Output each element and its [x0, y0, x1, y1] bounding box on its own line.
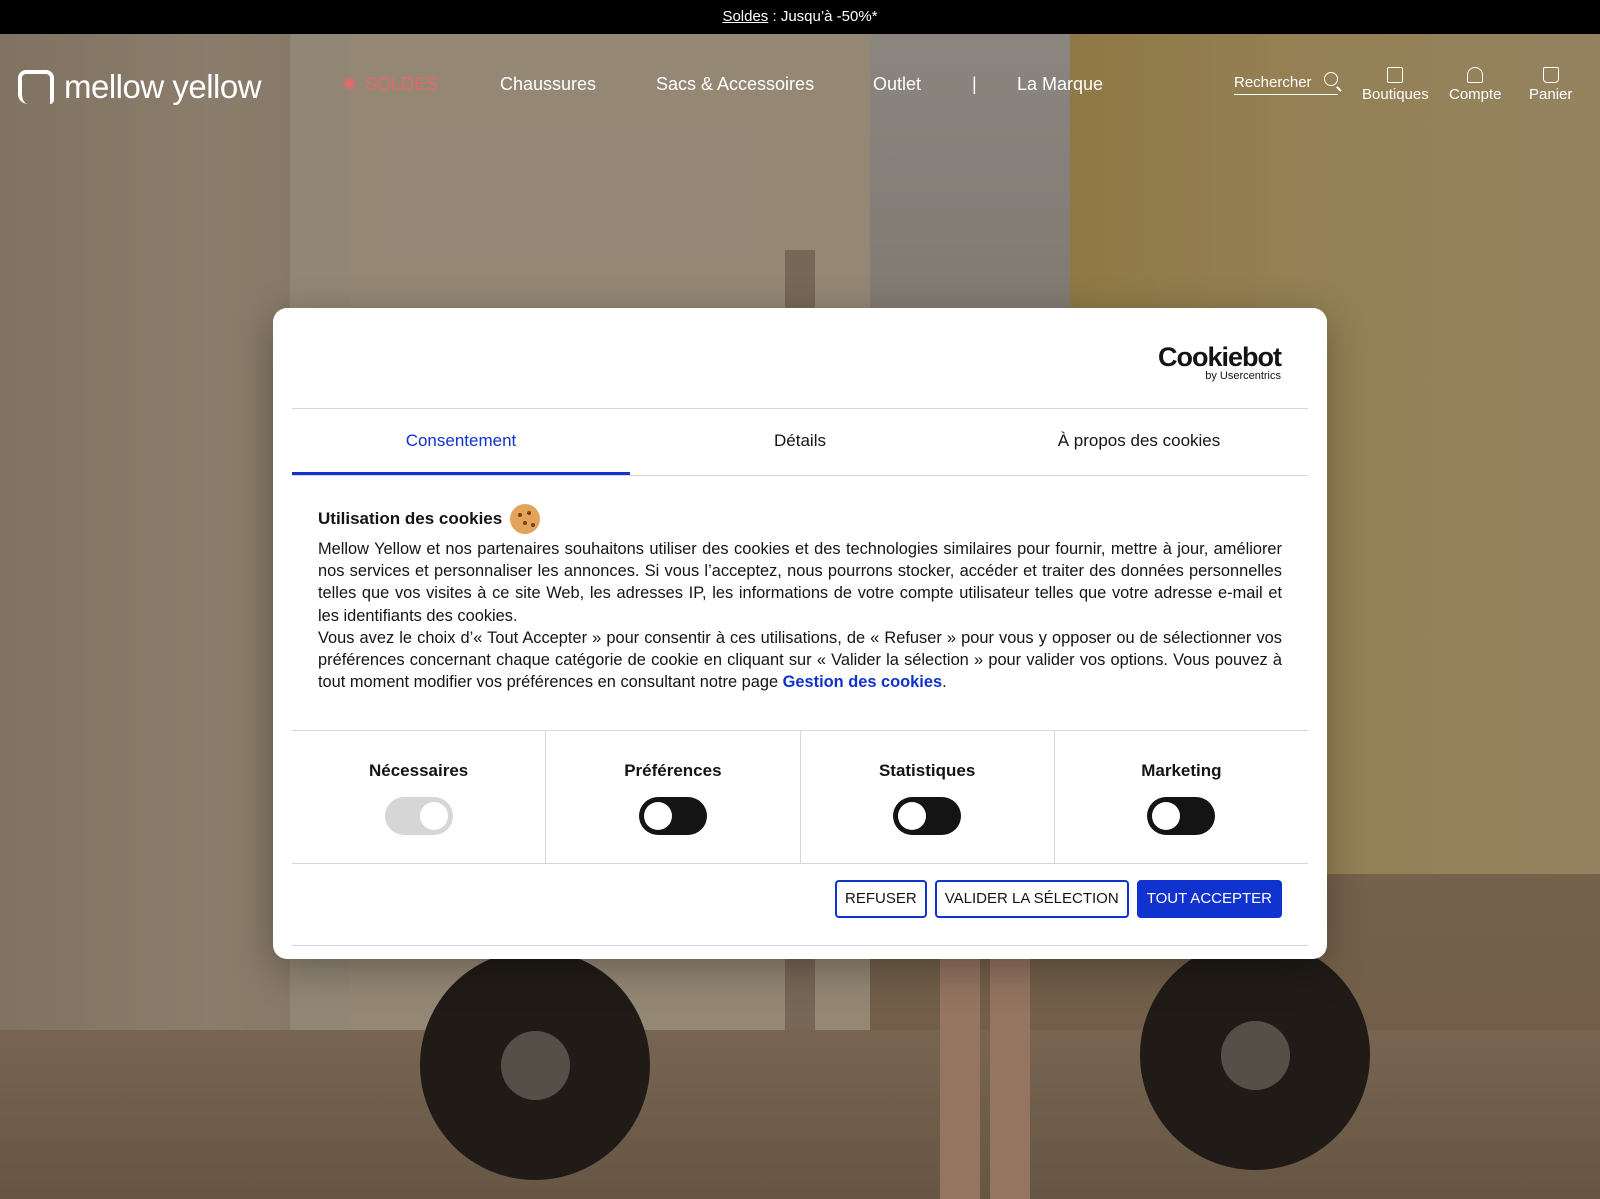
category-label: Préférences	[624, 761, 722, 780]
promo-link[interactable]: Soldes	[722, 8, 768, 25]
cookiebot-logo: Cookiebot by Usercentrics	[1158, 342, 1282, 383]
boutiques-link[interactable]: Boutiques	[1362, 67, 1429, 103]
category-label: Marketing	[1141, 761, 1222, 780]
necessaires-toggle	[384, 797, 453, 835]
refuse-button[interactable]: REFUSER	[835, 880, 927, 918]
validate-selection-button[interactable]: VALIDER LA SÉLECTION	[934, 880, 1129, 918]
nav-item-la-marque[interactable]: La Marque	[1017, 74, 1103, 95]
marketing-toggle[interactable]	[1147, 797, 1216, 835]
preferences-toggle[interactable]	[638, 797, 707, 835]
category-marketing: Marketing	[1055, 731, 1308, 863]
site-logo[interactable]: mellow yellow	[18, 68, 262, 106]
boutiques-label: Boutiques	[1362, 86, 1429, 103]
consent-heading-text: Utilisation des cookies	[318, 509, 503, 528]
category-statistiques: Statistiques	[801, 731, 1055, 863]
gear-icon: ✺	[342, 74, 358, 94]
nav-item-sacs-accessoires[interactable]: Sacs & Accessoires	[656, 74, 814, 95]
cookie-categories: Nécessaires Préférences Statistiques Mar…	[292, 730, 1308, 864]
nav-separator: |	[972, 74, 977, 94]
compte-label: Compte	[1449, 86, 1502, 103]
consent-period: .	[942, 673, 947, 692]
search-field[interactable]: Rechercher	[1234, 72, 1338, 95]
nav-item-soldes[interactable]: ✺ SOLDES	[342, 74, 438, 95]
cookie-icon	[510, 504, 541, 534]
consent-paragraph-1: Mellow Yellow et nos partenaires souhait…	[318, 540, 1282, 625]
search-label: Rechercher	[1234, 74, 1312, 91]
category-preferences: Préférences	[546, 731, 801, 863]
search-icon	[1324, 72, 1338, 86]
tab-a-propos[interactable]: À propos des cookies	[970, 409, 1308, 475]
logo-text: mellow yellow	[64, 68, 262, 105]
promo-bar: Soldes : Jusqu’à -50%*	[0, 0, 1600, 34]
nav-item-label: SOLDES	[365, 74, 439, 94]
store-icon	[1387, 67, 1404, 83]
tab-consentement[interactable]: Consentement	[292, 409, 630, 475]
gestion-cookies-link[interactable]: Gestion des cookies	[783, 673, 942, 691]
logo-mark-icon	[18, 70, 54, 104]
divider	[292, 475, 1308, 476]
category-label: Nécessaires	[368, 761, 469, 780]
user-icon	[1467, 67, 1484, 83]
nav-item-outlet[interactable]: Outlet	[873, 74, 921, 95]
category-necessaires: Nécessaires	[292, 731, 547, 863]
consent-body: Mellow Yellow et nos partenaires souhait…	[318, 538, 1282, 693]
panier-link[interactable]: Panier	[1529, 67, 1572, 103]
cookie-consent-dialog: Cookiebot by Usercentrics Consentement D…	[273, 308, 1327, 959]
nav-item-chaussures[interactable]: Chaussures	[500, 74, 596, 95]
promo-text: : Jusqu’à -50%*	[768, 8, 878, 25]
divider	[292, 945, 1308, 946]
consent-content: Utilisation des cookies Mellow Yellow et…	[318, 502, 1282, 693]
consent-paragraph-2: Vous avez le choix d’« Tout Accepter » p…	[318, 627, 1282, 694]
tab-details[interactable]: Détails	[631, 409, 969, 475]
consent-heading: Utilisation des cookies	[318, 502, 1282, 536]
consent-buttons: REFUSER VALIDER LA SÉLECTION TOUT ACCEPT…	[835, 880, 1282, 918]
compte-link[interactable]: Compte	[1449, 67, 1502, 103]
accept-all-button[interactable]: TOUT ACCEPTER	[1136, 880, 1282, 918]
site-header: mellow yellow ✺ SOLDES Chaussures Sacs & …	[0, 34, 1600, 124]
panier-label: Panier	[1529, 86, 1573, 103]
consent-tabs: Consentement Détails À propos des cookie…	[292, 409, 1308, 475]
bag-icon	[1542, 67, 1559, 83]
category-label: Statistiques	[878, 761, 976, 780]
cookiebot-brand: Cookiebot	[1158, 342, 1282, 372]
statistiques-toggle[interactable]	[893, 797, 962, 835]
